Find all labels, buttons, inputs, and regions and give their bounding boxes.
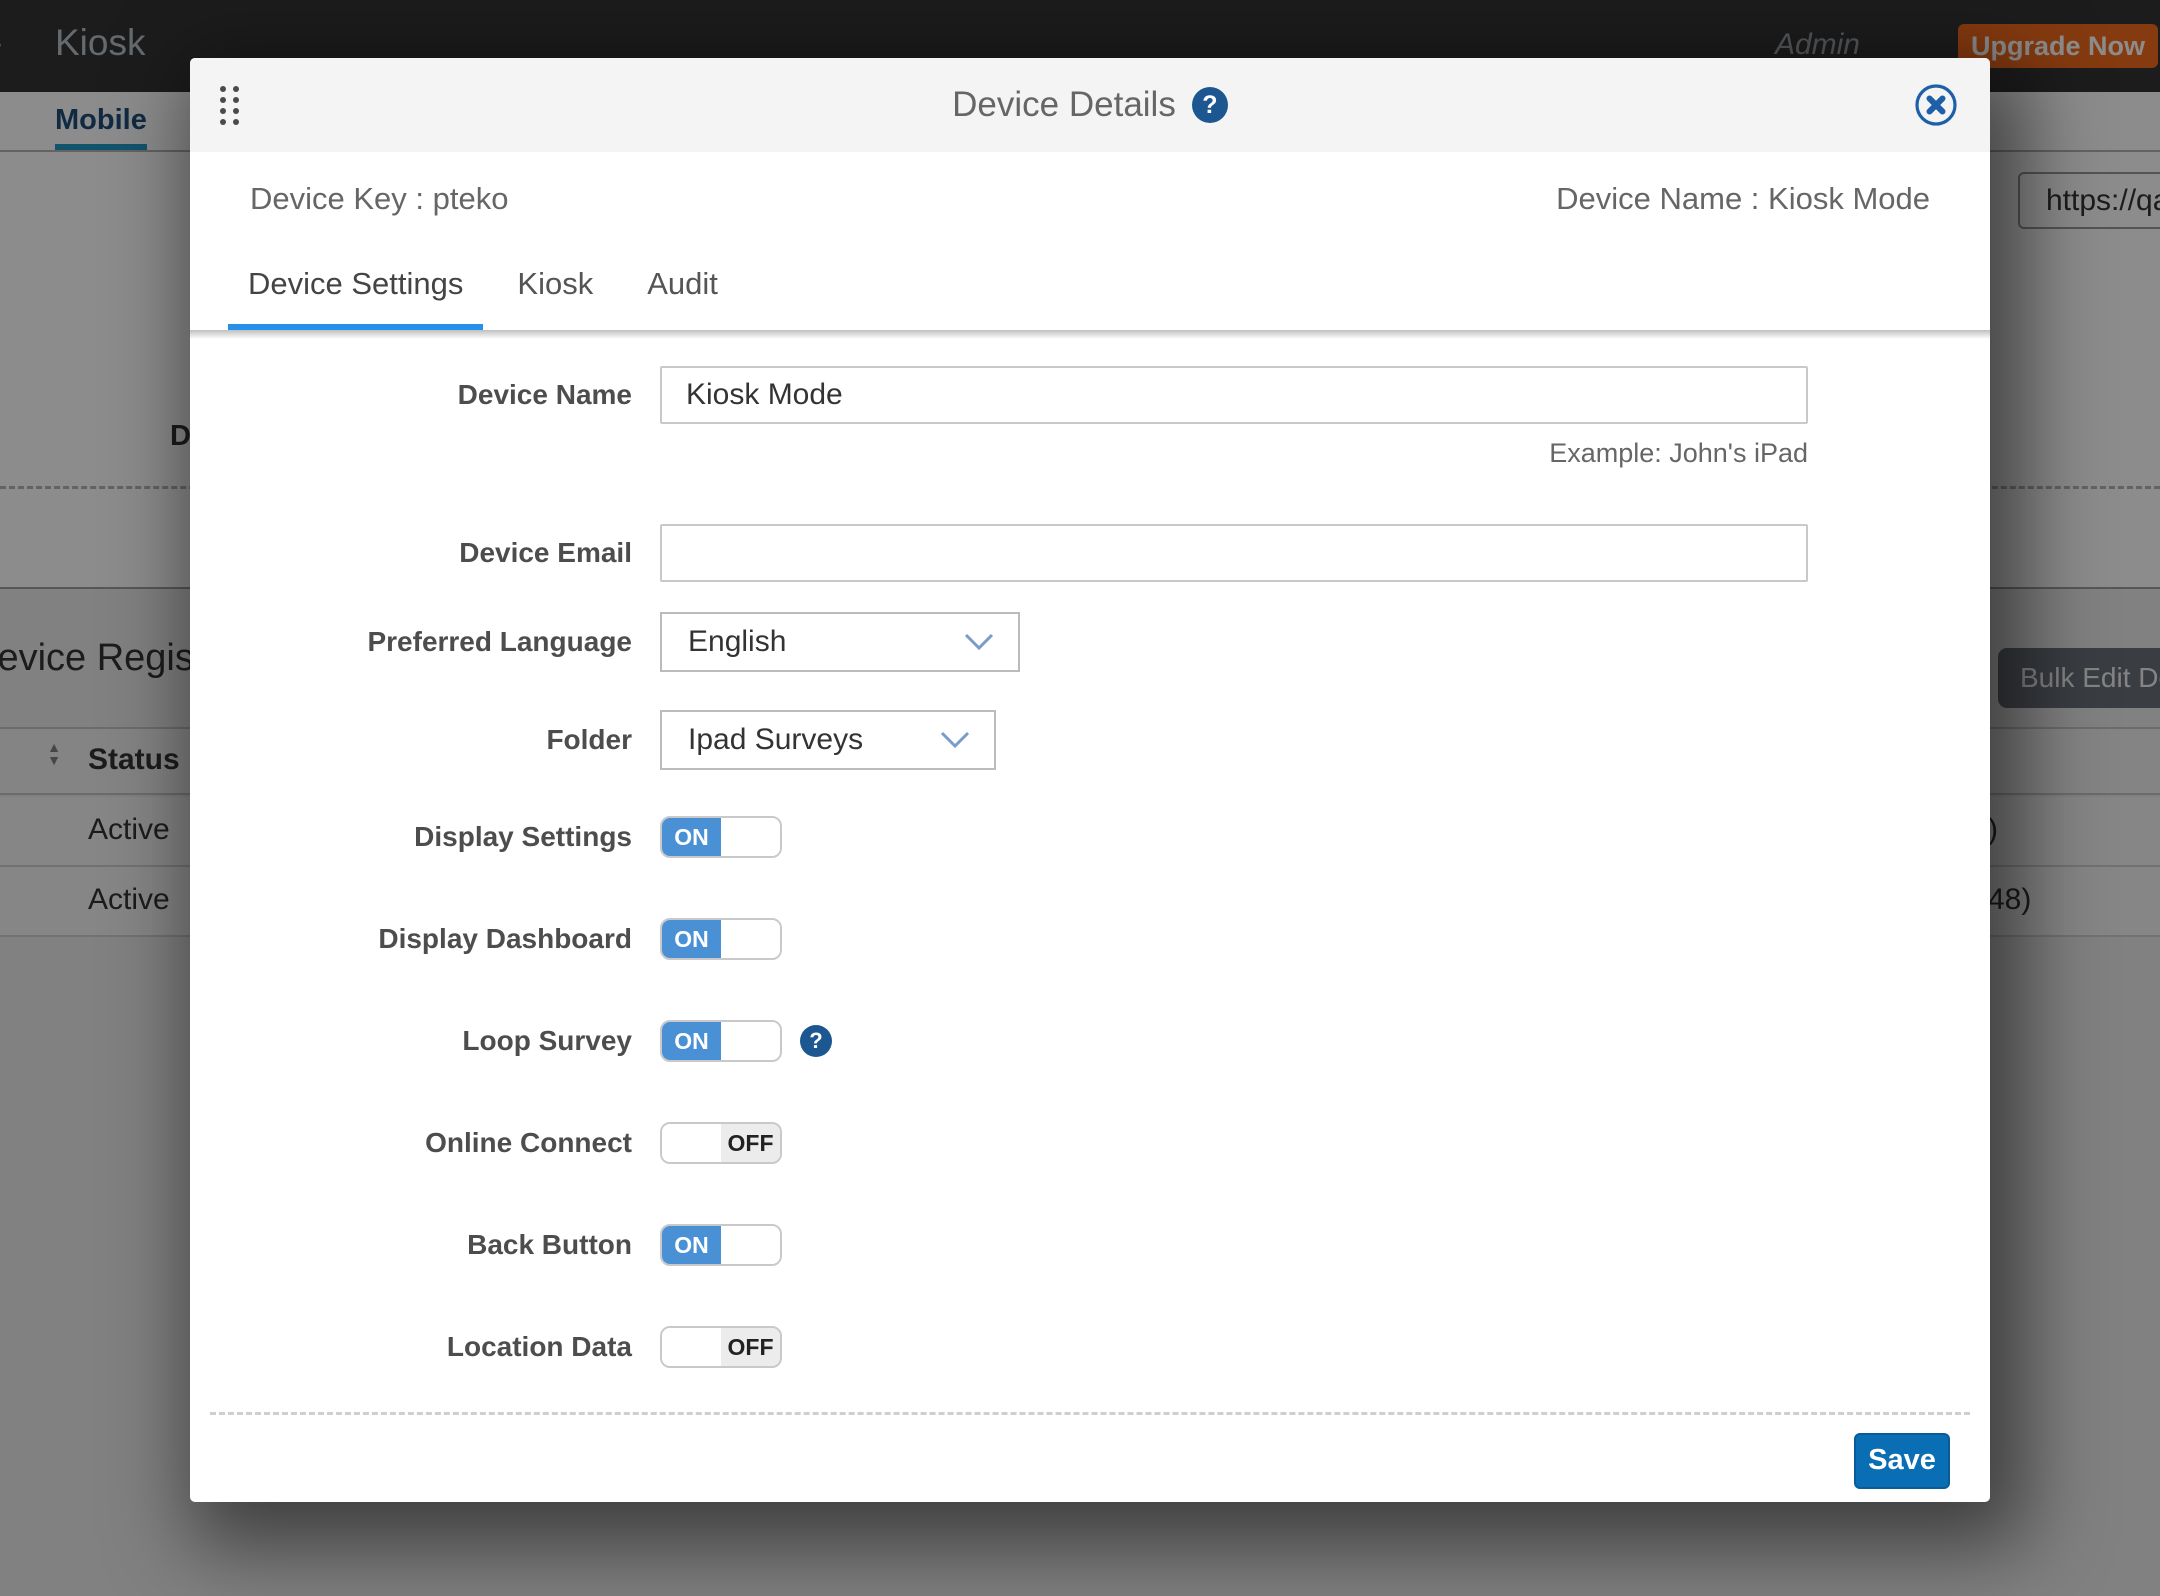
chevron-down-icon [964, 633, 994, 651]
location-data-label: Location Data [190, 1331, 632, 1363]
screen: › Kiosk Admin Upgrade Now Mobile Device … [0, 0, 2160, 1596]
online-connect-toggle[interactable]: OFF [660, 1122, 782, 1164]
help-icon[interactable]: ? [1192, 87, 1228, 123]
save-button[interactable]: Save [1854, 1433, 1950, 1489]
display-dashboard-label: Display Dashboard [190, 923, 632, 955]
device-email-label: Device Email [190, 537, 632, 569]
device-email-input[interactable] [660, 524, 1808, 582]
back-button-label: Back Button [190, 1229, 632, 1261]
device-key-text: Device Key : pteko [250, 181, 508, 217]
modal-footer: Save [210, 1412, 1970, 1506]
location-data-toggle[interactable]: OFF [660, 1326, 782, 1368]
folder-value: Ipad Surveys [688, 723, 940, 757]
chevron-down-icon [940, 731, 970, 749]
folder-label: Folder [190, 724, 632, 756]
preferred-language-label: Preferred Language [190, 626, 632, 658]
modal-body: Device Name Example: John's iPad Device … [190, 330, 1990, 1368]
device-name-text: Device Name : Kiosk Mode [1556, 181, 1930, 217]
modal-title: Device Details [952, 85, 1176, 125]
display-dashboard-toggle[interactable]: ON [660, 918, 782, 960]
device-name-hint: Example: John's iPad [660, 438, 1808, 469]
modal-info-row: Device Key : pteko Device Name : Kiosk M… [190, 152, 1990, 245]
device-details-modal: Device Details ? Device Key : pteko Devi… [190, 58, 1990, 1502]
drag-handle-icon[interactable] [220, 86, 239, 125]
folder-select[interactable]: Ipad Surveys [660, 710, 996, 770]
modal-tabs: Device Settings Kiosk Audit [190, 245, 1990, 330]
tab-audit[interactable]: Audit [627, 266, 738, 330]
modal-header: Device Details ? [190, 58, 1990, 152]
loop-survey-label: Loop Survey [190, 1025, 632, 1057]
tab-kiosk[interactable]: Kiosk [497, 266, 613, 330]
close-icon[interactable] [1912, 81, 1960, 129]
preferred-language-value: English [688, 625, 964, 659]
device-name-input[interactable] [660, 366, 1808, 424]
device-name-label: Device Name [190, 379, 632, 411]
loop-survey-help-icon[interactable]: ? [800, 1025, 832, 1057]
back-button-toggle[interactable]: ON [660, 1224, 782, 1266]
display-settings-toggle[interactable]: ON [660, 816, 782, 858]
tab-device-settings[interactable]: Device Settings [228, 266, 483, 330]
online-connect-label: Online Connect [190, 1127, 632, 1159]
display-settings-label: Display Settings [190, 821, 632, 853]
preferred-language-select[interactable]: English [660, 612, 1020, 672]
loop-survey-toggle[interactable]: ON [660, 1020, 782, 1062]
